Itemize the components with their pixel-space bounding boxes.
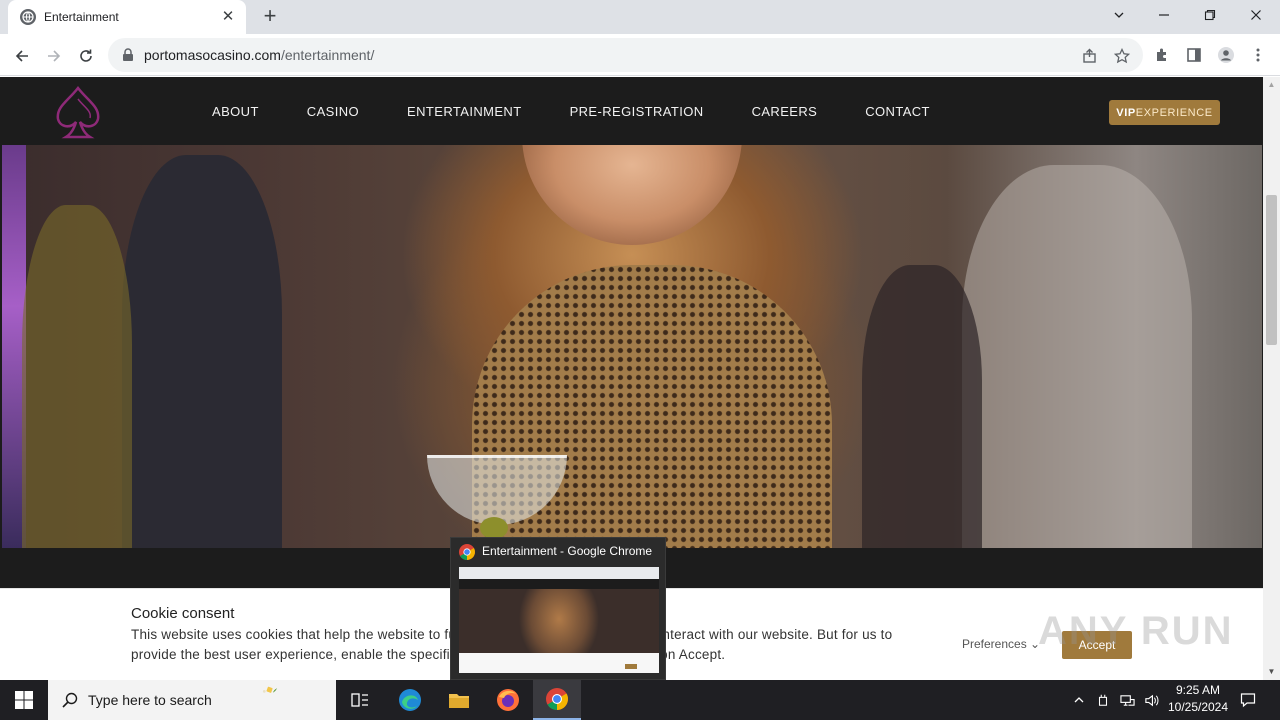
taskbar-clock[interactable]: 9:25 AM 10/25/2024 <box>1160 682 1236 716</box>
task-view-icon <box>351 693 368 707</box>
scroll-down-arrow-icon[interactable]: ▼ <box>1263 664 1280 680</box>
forward-button[interactable] <box>40 42 68 70</box>
thumbnail-browser-bar <box>459 567 659 579</box>
tab-strip: Entertainment ✕ + <box>0 0 1280 34</box>
page-scrollbar[interactable]: ▲ ▼ <box>1263 77 1280 680</box>
profile-avatar-icon[interactable] <box>1216 45 1236 65</box>
taskbar-chrome[interactable] <box>533 680 581 720</box>
task-view-button[interactable] <box>336 680 384 720</box>
background-person-right-2 <box>862 265 982 548</box>
close-tab-icon[interactable]: ✕ <box>220 9 236 25</box>
nav-careers[interactable]: CAREERS <box>752 104 818 119</box>
url-host: portomasocasino.com <box>144 47 281 63</box>
new-tab-button[interactable]: + <box>258 5 282 29</box>
share-icon[interactable] <box>1080 46 1100 66</box>
show-hidden-icons-chevron-icon[interactable] <box>1068 680 1090 720</box>
chrome-icon <box>546 688 568 710</box>
tab-search-icon[interactable] <box>1096 0 1142 30</box>
edge-icon <box>399 689 421 711</box>
taskbar-search-box[interactable]: Type here to search <box>48 680 336 720</box>
taskbar-thumbnail-preview[interactable]: Entertainment - Google Chrome <box>450 537 666 680</box>
back-button[interactable] <box>8 42 36 70</box>
thumbnail-site-nav <box>459 579 659 589</box>
address-bar[interactable]: portomasocasino.com/entertainment/ <box>108 38 1143 72</box>
windows-taskbar: Type here to search 9:25 AM 10/25/2024 <box>0 680 1280 720</box>
scroll-thumb[interactable] <box>1266 195 1277 345</box>
reload-button[interactable] <box>72 42 100 70</box>
lock-icon <box>123 48 133 61</box>
bookmark-star-icon[interactable] <box>1112 46 1132 66</box>
thumbnail-accept-button <box>625 664 637 669</box>
cookie-title: Cookie consent <box>131 605 235 622</box>
hero-image <box>2 145 1262 548</box>
vip-label: VIP <box>1116 106 1136 119</box>
chrome-icon <box>459 544 475 560</box>
browser-tab[interactable]: Entertainment ✕ <box>8 0 246 34</box>
nav-casino[interactable]: CASINO <box>307 104 359 119</box>
menu-kebab-icon[interactable] <box>1248 45 1268 65</box>
taskbar-file-explorer[interactable] <box>435 680 483 720</box>
background-person-left <box>122 155 282 548</box>
clock-date: 10/25/2024 <box>1167 700 1229 714</box>
main-nav: ABOUT CASINO ENTERTAINMENT PRE-REGISTRAT… <box>212 77 978 145</box>
firefox-icon <box>497 689 519 711</box>
nav-contact[interactable]: CONTACT <box>865 104 930 119</box>
experience-label: EXPERIENCE <box>1135 106 1213 119</box>
cookie-preferences-label: Preferences <box>962 637 1027 651</box>
browser-toolbar: portomasocasino.com/entertainment/ <box>0 34 1280 76</box>
anyrun-watermark: ANY RUN <box>1038 609 1234 653</box>
taskbar-firefox[interactable] <box>484 680 532 720</box>
search-placeholder: Type here to search <box>88 692 212 708</box>
nav-pre-registration[interactable]: PRE-REGISTRATION <box>570 104 704 119</box>
site-header: ABOUT CASINO ENTERTAINMENT PRE-REGISTRAT… <box>0 77 1263 145</box>
thumbnail-cookie-banner <box>459 653 659 673</box>
network-icon[interactable] <box>1116 680 1138 720</box>
restore-button[interactable] <box>1187 0 1233 30</box>
background-person-left-2 <box>22 205 132 548</box>
minimize-button[interactable] <box>1141 0 1187 30</box>
windows-logo-icon <box>15 691 33 709</box>
thumbnail-title: Entertainment - Google Chrome <box>482 544 653 558</box>
clock-time: 9:25 AM <box>1175 683 1221 697</box>
side-panel-icon[interactable] <box>1184 45 1204 65</box>
folder-icon <box>449 694 469 708</box>
thumbnail-image <box>459 567 659 673</box>
spade-logo-icon[interactable] <box>52 85 104 139</box>
close-window-button[interactable] <box>1233 0 1279 30</box>
globe-icon <box>20 9 36 25</box>
nav-about[interactable]: ABOUT <box>212 104 259 119</box>
olive <box>480 517 508 539</box>
search-icon <box>62 692 78 708</box>
scroll-up-arrow-icon[interactable]: ▲ <box>1263 77 1280 93</box>
start-button[interactable] <box>0 680 48 720</box>
url-path: /entertainment/ <box>280 47 375 63</box>
vip-experience-button[interactable]: VIP EXPERIENCE <box>1109 100 1220 125</box>
search-highlight-icon <box>262 686 278 693</box>
extensions-icon[interactable] <box>1152 45 1172 65</box>
usb-device-icon[interactable] <box>1092 680 1114 720</box>
thumbnail-hero <box>459 589 659 653</box>
nav-entertainment[interactable]: ENTERTAINMENT <box>407 104 522 119</box>
tab-title: Entertainment <box>44 10 119 24</box>
background-person-right <box>962 165 1192 548</box>
cookie-preferences-link[interactable]: Preferences ⌄ <box>962 637 1040 651</box>
taskbar-edge[interactable] <box>386 680 434 720</box>
notifications-icon[interactable] <box>1236 680 1260 720</box>
volume-icon[interactable] <box>1140 680 1162 720</box>
